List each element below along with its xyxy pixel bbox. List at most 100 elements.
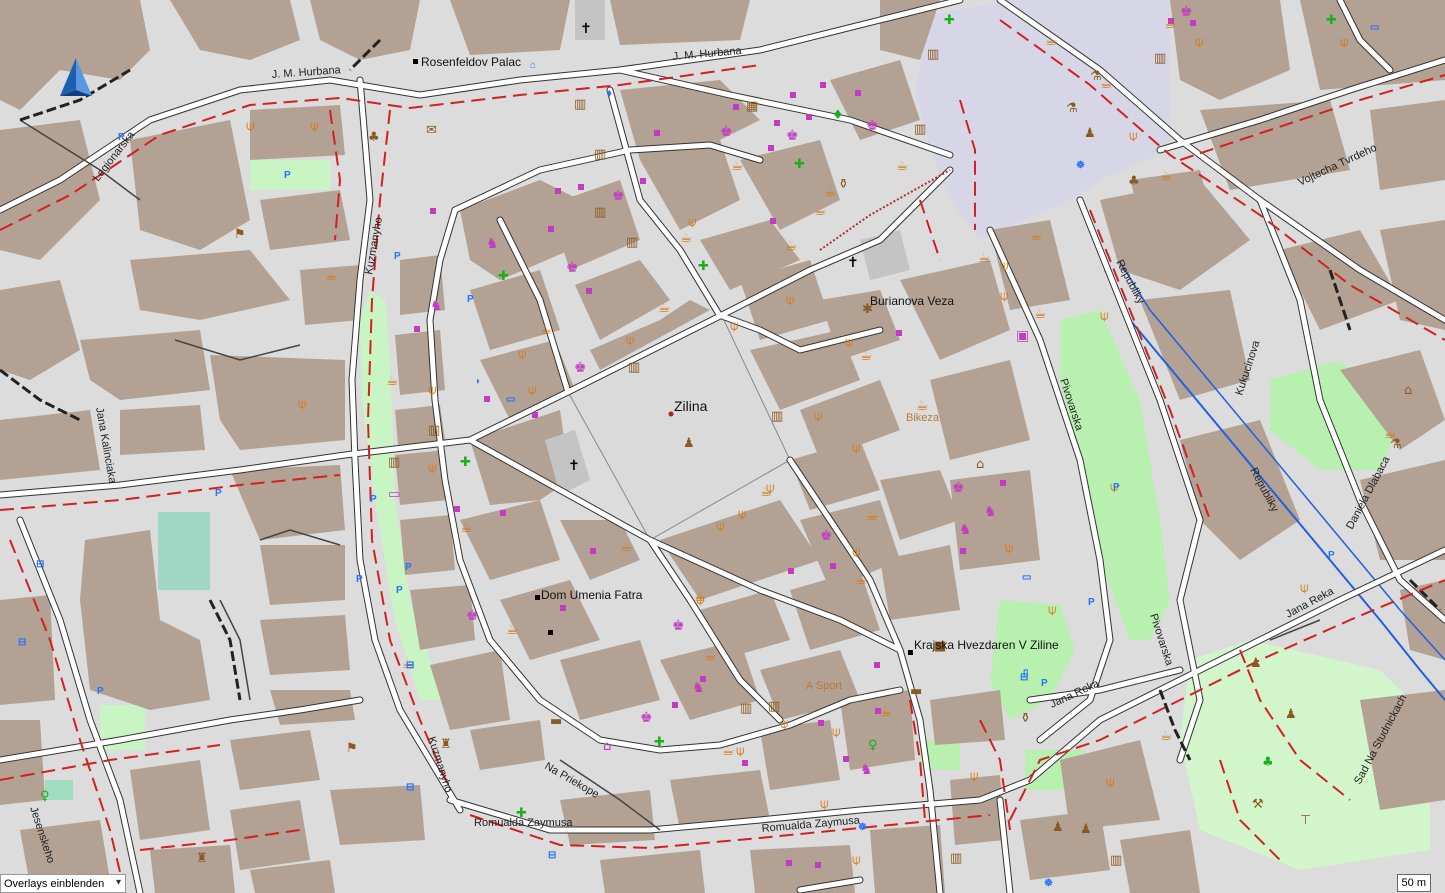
svg-text:⚒: ⚒ [1252, 797, 1264, 812]
svg-text:⚑: ⚑ [234, 227, 246, 242]
svg-text:▬: ▬ [550, 714, 562, 729]
svg-text:⊤: ⊤ [1300, 813, 1311, 828]
svg-text:◗: ◗ [475, 376, 481, 387]
svg-text:⍦: ⍦ [832, 724, 840, 740]
svg-text:⍦: ⍦ [1005, 540, 1013, 556]
svg-text:☕: ☕ [1030, 228, 1043, 244]
svg-text:▥: ▥ [740, 701, 752, 716]
svg-text:⍦: ⍦ [736, 743, 744, 759]
svg-text:✚: ✚ [794, 157, 805, 172]
svg-text:⍦: ⍦ [298, 396, 306, 412]
svg-text:⍦: ⍦ [246, 118, 254, 134]
svg-text:♀: ♀ [40, 789, 50, 804]
svg-text:⍦: ⍦ [1100, 308, 1108, 324]
svg-text:P: P [1113, 482, 1120, 493]
svg-text:♞: ♞ [430, 298, 443, 314]
svg-text:⍦: ⍦ [1106, 774, 1114, 790]
svg-text:♟: ♟ [1250, 656, 1262, 671]
svg-text:⌂: ⌂ [603, 739, 611, 754]
svg-text:⍦: ⍦ [852, 544, 860, 560]
svg-text:▥: ▥ [574, 97, 586, 112]
svg-text:▭: ▭ [506, 394, 515, 405]
svg-text:P: P [370, 494, 377, 505]
svg-text:▥: ▥ [1110, 853, 1122, 868]
svg-text:⚱: ⚱ [838, 177, 849, 192]
svg-text:⌂: ⌂ [976, 457, 984, 472]
place-label: Rosenfeldov Palac [421, 55, 521, 69]
svg-text:▥: ▥ [914, 122, 926, 137]
svg-text:⚑: ⚑ [346, 741, 358, 756]
svg-text:P: P [394, 251, 401, 262]
svg-text:⊟: ⊟ [406, 660, 414, 671]
svg-text:♚: ♚ [820, 528, 833, 544]
svg-text:⍦: ⍦ [688, 214, 696, 230]
svg-text:⍦: ⍦ [1340, 34, 1348, 50]
place-label: Krajska Hvezdaren V Ziline [914, 638, 1059, 652]
svg-text:▭: ▭ [1370, 22, 1379, 33]
svg-text:⍦: ⍦ [1000, 288, 1008, 304]
svg-text:⍦: ⍦ [626, 332, 634, 348]
svg-text:⍦: ⍦ [1195, 34, 1203, 50]
svg-text:☕: ☕ [680, 230, 693, 246]
svg-text:P: P [215, 488, 222, 499]
svg-text:⍦: ⍦ [518, 346, 526, 362]
svg-text:♣: ♣ [368, 130, 380, 145]
svg-text:♚: ♚ [566, 260, 579, 276]
svg-text:✝: ✝ [847, 255, 859, 271]
svg-text:▯: ▯ [1023, 668, 1029, 679]
svg-text:♚: ♚ [672, 618, 685, 634]
svg-text:☕: ☕ [1045, 33, 1058, 49]
svg-text:⍦: ⍦ [845, 334, 853, 350]
svg-text:⊟: ⊟ [406, 782, 414, 793]
svg-text:♞: ♞ [860, 762, 873, 778]
svg-text:⍦: ⍦ [820, 796, 828, 812]
svg-text:☕: ☕ [860, 348, 873, 364]
svg-text:P: P [284, 170, 291, 181]
svg-text:☕: ☕ [1160, 728, 1173, 744]
overlay-select-label: Overlays einblenden [4, 877, 105, 890]
svg-text:☕: ☕ [978, 250, 991, 266]
navigation-arrow-icon[interactable] [58, 56, 94, 98]
svg-text:⚱: ⚱ [1020, 711, 1031, 726]
svg-text:♚: ♚ [952, 480, 965, 496]
overlay-select[interactable]: Overlays einblenden ▾ [0, 874, 126, 893]
svg-text:⍦: ⍦ [730, 318, 738, 334]
svg-text:✚: ✚ [460, 455, 471, 470]
svg-text:⍦: ⍦ [780, 716, 788, 732]
svg-text:♞: ♞ [486, 236, 499, 252]
svg-text:☕: ☕ [620, 539, 633, 555]
svg-text:☕: ☕ [386, 373, 399, 389]
svg-text:♞: ♞ [959, 522, 972, 538]
svg-text:⍦: ⍦ [1129, 128, 1137, 144]
svg-text:☕: ☕ [896, 158, 909, 174]
svg-text:♚: ♚ [640, 710, 653, 726]
svg-text:♚: ♚ [574, 360, 587, 376]
svg-text:☕: ☕ [694, 589, 707, 605]
scale-bar: 50 m [1396, 874, 1431, 892]
svg-text:♟: ♟ [683, 436, 695, 451]
svg-text:♟: ♟ [1084, 126, 1096, 141]
svg-text:⚗: ⚗ [1066, 101, 1078, 116]
svg-text:☕: ☕ [760, 484, 773, 500]
svg-text:P: P [1041, 678, 1048, 689]
svg-text:▥: ▥ [927, 47, 939, 62]
svg-text:☕: ☕ [540, 322, 553, 338]
svg-text:⍦: ⍦ [1048, 602, 1056, 618]
svg-text:⍦: ⍦ [428, 382, 436, 398]
svg-text:☕: ☕ [506, 622, 519, 638]
svg-text:▥: ▥ [428, 423, 440, 438]
svg-text:☕: ☕ [722, 743, 735, 759]
svg-text:✝: ✝ [568, 458, 580, 474]
svg-text:▥: ▥ [594, 147, 606, 162]
svg-text:♦: ♦ [832, 108, 844, 123]
svg-text:P: P [1328, 550, 1335, 561]
svg-text:☕: ☕ [855, 572, 868, 588]
map-canvas[interactable]: ♞ ♚ ♚ ♚ ♚ ♚ ♚ ♚ ♚ ♚ ♚ ♚ ♚ ▣ ▭ ♞ ♞ ♞ ♞ ♞ … [0, 0, 1445, 893]
svg-text:▬: ▬ [910, 684, 922, 699]
street-label: Romualda Zaymusa [474, 817, 573, 829]
svg-text:♚: ♚ [1180, 4, 1193, 20]
svg-text:☸: ☸ [1076, 160, 1085, 171]
svg-text:▥: ▥ [388, 455, 400, 470]
svg-text:☕: ☕ [1164, 16, 1177, 32]
svg-text:⍦: ⍦ [528, 382, 536, 398]
